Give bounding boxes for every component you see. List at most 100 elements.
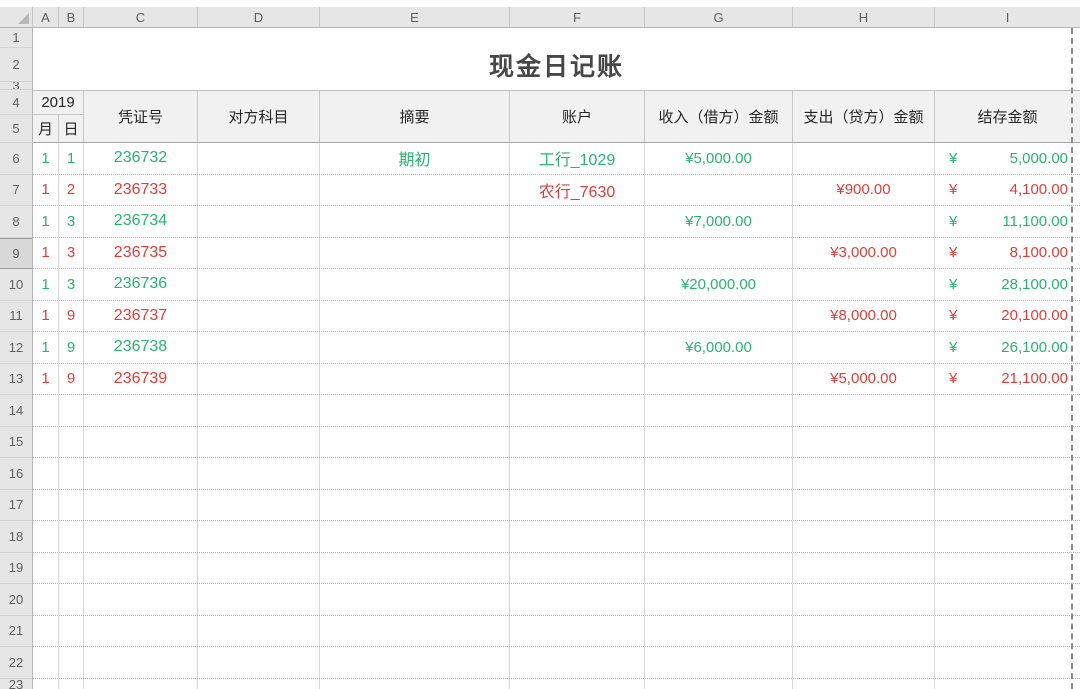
- empty-cell[interactable]: [793, 679, 935, 689]
- empty-cell[interactable]: [935, 616, 1080, 647]
- cell-summary[interactable]: [320, 238, 510, 269]
- cell-expense[interactable]: [793, 206, 935, 237]
- empty-cell[interactable]: [33, 458, 59, 489]
- empty-cell[interactable]: [33, 616, 59, 647]
- empty-cell[interactable]: [645, 647, 793, 678]
- row-header-4[interactable]: 4: [0, 90, 32, 115]
- column-header-a[interactable]: A: [33, 7, 59, 27]
- empty-cell[interactable]: [84, 584, 198, 615]
- cell-voucher[interactable]: 236737: [84, 301, 198, 332]
- empty-cell[interactable]: [198, 647, 320, 678]
- empty-cell[interactable]: [510, 521, 645, 552]
- empty-cell[interactable]: [59, 458, 84, 489]
- empty-cell[interactable]: [59, 395, 84, 426]
- cell-account[interactable]: [510, 238, 645, 269]
- select-all-corner[interactable]: [0, 7, 33, 27]
- cell-voucher[interactable]: 236733: [84, 175, 198, 206]
- empty-cell[interactable]: [510, 553, 645, 584]
- empty-cell[interactable]: [510, 584, 645, 615]
- cell-account[interactable]: [510, 301, 645, 332]
- column-header-i[interactable]: I: [935, 7, 1080, 27]
- cell-expense[interactable]: [793, 269, 935, 300]
- empty-cell[interactable]: [793, 584, 935, 615]
- cell-counterparty[interactable]: [198, 238, 320, 269]
- empty-cell[interactable]: [645, 521, 793, 552]
- cell-balance[interactable]: ¥21,100.00: [935, 364, 1080, 395]
- empty-cell[interactable]: [793, 490, 935, 521]
- cell-voucher[interactable]: 236732: [84, 143, 198, 174]
- empty-cell[interactable]: [645, 490, 793, 521]
- balance-header-cell[interactable]: 结存金额: [935, 91, 1080, 142]
- empty-cell[interactable]: [935, 679, 1080, 689]
- cell-day[interactable]: 1: [59, 143, 84, 174]
- empty-cell[interactable]: [84, 616, 198, 647]
- empty-cell[interactable]: [198, 521, 320, 552]
- empty-cell[interactable]: [510, 679, 645, 689]
- month-header-cell[interactable]: 月: [33, 115, 59, 142]
- empty-cell[interactable]: [33, 584, 59, 615]
- cell-expense[interactable]: ¥3,000.00: [793, 238, 935, 269]
- empty-cell[interactable]: [59, 427, 84, 458]
- row-header-15[interactable]: 15: [0, 427, 32, 459]
- empty-cell[interactable]: [59, 679, 84, 689]
- empty-cell[interactable]: [320, 584, 510, 615]
- column-header-b[interactable]: B: [59, 7, 84, 27]
- row-header-18[interactable]: 18: [0, 521, 32, 553]
- empty-cell[interactable]: [84, 679, 198, 689]
- cell-income[interactable]: ¥20,000.00: [645, 269, 793, 300]
- row-header-2[interactable]: 2: [0, 48, 32, 82]
- empty-cell[interactable]: [33, 647, 59, 678]
- counterparty-header-cell[interactable]: 对方科目: [198, 91, 320, 142]
- empty-cell[interactable]: [510, 427, 645, 458]
- hidden-row-3[interactable]: [33, 82, 1080, 90]
- cell-counterparty[interactable]: [198, 332, 320, 363]
- row-header-13[interactable]: 13: [0, 364, 32, 396]
- empty-cell[interactable]: [645, 616, 793, 647]
- cell-account[interactable]: [510, 269, 645, 300]
- empty-cell[interactable]: [510, 490, 645, 521]
- empty-cell[interactable]: [33, 427, 59, 458]
- empty-cell[interactable]: [33, 553, 59, 584]
- empty-cell[interactable]: [793, 616, 935, 647]
- empty-cell[interactable]: [645, 458, 793, 489]
- cell-account[interactable]: 农行_7630: [510, 175, 645, 206]
- empty-cell[interactable]: [793, 458, 935, 489]
- cell-income[interactable]: [645, 301, 793, 332]
- cell-month[interactable]: 1: [33, 269, 59, 300]
- cell-balance[interactable]: ¥20,100.00: [935, 301, 1080, 332]
- empty-cell[interactable]: [793, 553, 935, 584]
- cell-expense[interactable]: ¥8,000.00: [793, 301, 935, 332]
- cell-summary[interactable]: [320, 301, 510, 332]
- cell-balance[interactable]: ¥28,100.00: [935, 269, 1080, 300]
- cell-counterparty[interactable]: [198, 143, 320, 174]
- column-header-d[interactable]: D: [198, 7, 320, 27]
- cell-expense[interactable]: [793, 143, 935, 174]
- cell-expense[interactable]: ¥5,000.00: [793, 364, 935, 395]
- empty-cell[interactable]: [198, 616, 320, 647]
- cell-voucher[interactable]: 236734: [84, 206, 198, 237]
- row-header-6[interactable]: 6: [0, 143, 32, 175]
- expense-header-cell[interactable]: 支出（贷方）金额: [793, 91, 935, 142]
- empty-cell[interactable]: [33, 679, 59, 689]
- empty-cell[interactable]: [320, 458, 510, 489]
- empty-cell[interactable]: [84, 553, 198, 584]
- empty-cell[interactable]: [510, 647, 645, 678]
- cell-balance[interactable]: ¥4,100.00: [935, 175, 1080, 206]
- column-header-g[interactable]: G: [645, 7, 793, 27]
- empty-cell[interactable]: [793, 521, 935, 552]
- empty-cell[interactable]: [84, 521, 198, 552]
- cell-income[interactable]: ¥7,000.00: [645, 206, 793, 237]
- empty-cell[interactable]: [645, 584, 793, 615]
- empty-cell[interactable]: [793, 395, 935, 426]
- account-header-cell[interactable]: 账户: [510, 91, 645, 142]
- empty-cell[interactable]: [935, 521, 1080, 552]
- empty-cell[interactable]: [935, 647, 1080, 678]
- empty-cell[interactable]: [198, 395, 320, 426]
- empty-cell[interactable]: [198, 679, 320, 689]
- cell-balance[interactable]: ¥26,100.00: [935, 332, 1080, 363]
- empty-cell[interactable]: [84, 490, 198, 521]
- empty-cell[interactable]: [935, 458, 1080, 489]
- column-header-f[interactable]: F: [510, 7, 645, 27]
- cell-balance[interactable]: ¥8,100.00: [935, 238, 1080, 269]
- empty-cell[interactable]: [510, 616, 645, 647]
